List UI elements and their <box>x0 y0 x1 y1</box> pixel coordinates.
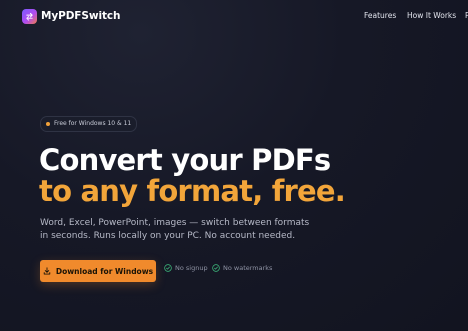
nav-link-features[interactable]: Features <box>364 11 396 21</box>
feature-label: No signup <box>175 264 208 272</box>
download-button[interactable]: Download for Windows <box>40 260 156 282</box>
nav-link-how-it-works[interactable]: How It Works <box>407 11 456 21</box>
badge-label: Free for Windows 10 & 11 <box>54 120 132 127</box>
platform-badge: Free for Windows 10 & 11 <box>40 116 138 132</box>
feature-no-watermarks: No watermarks <box>212 263 272 273</box>
swap-arrows-icon <box>26 12 33 21</box>
brand-name[interactable]: MyPDFSwitch <box>41 9 120 23</box>
feature-label: No watermarks <box>223 264 273 272</box>
top-navigation: MyPDFSwitch Features How It Works P <box>0 0 468 32</box>
download-icon <box>43 267 51 275</box>
logo[interactable] <box>22 9 37 24</box>
feature-no-signup: No signup <box>164 263 208 273</box>
headline-line-1: Convert your PDFs <box>39 143 331 177</box>
check-circle-icon <box>164 264 172 272</box>
badge-dot <box>46 122 50 126</box>
download-button-label: Download for Windows <box>55 266 154 276</box>
headline-line-2: to any format, free. <box>39 174 346 208</box>
check-circle-icon <box>212 264 220 272</box>
hero-subtitle: Word, Excel, PowerPoint, images — switch… <box>40 218 310 241</box>
